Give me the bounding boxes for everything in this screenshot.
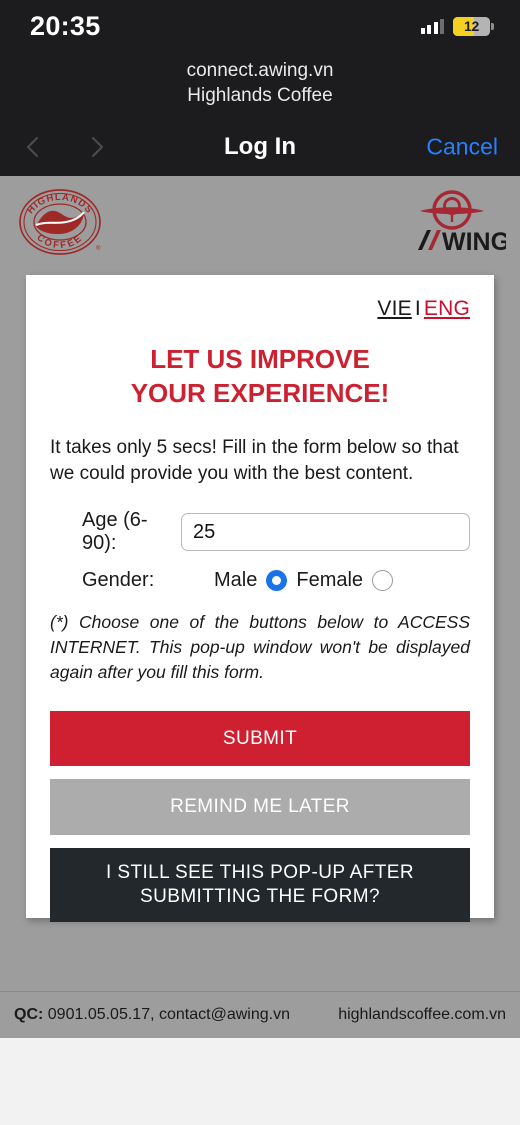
remind-me-later-button[interactable]: REMIND ME LATER (50, 779, 470, 836)
battery-low-power-icon: 12 (453, 16, 494, 36)
url-host: connect.awing.vn (186, 60, 334, 81)
female-label[interactable]: Female (296, 569, 363, 592)
phone-screen: 20:35 12 connect.awing.vn Highlands Coff… (0, 0, 520, 1125)
card-headline: LET US IMPROVE YOUR EXPERIENCE! (50, 343, 470, 411)
cellular-signal-icon (420, 18, 444, 34)
submit-button[interactable]: SUBMIT (50, 710, 470, 767)
chevron-right-icon[interactable] (84, 134, 110, 160)
footer-qc-contact: 0901.05.05.17, contact@awing.vn (43, 1006, 290, 1023)
url-subtitle: Highlands Coffee (187, 85, 333, 107)
battery-level-label: 12 (464, 18, 479, 34)
radio-female[interactable] (372, 570, 394, 592)
gender-label: Gender: (82, 569, 155, 592)
footer-qc-label: QC: (14, 1006, 44, 1023)
gender-options: Male Female (214, 569, 394, 592)
page-footer: QC: 0901.05.05.17, contact@awing.vn high… (0, 991, 520, 1038)
language-separator: I (414, 297, 421, 320)
footer-website[interactable]: highlandscoffee.com.vn (338, 1006, 506, 1024)
chevron-left-icon[interactable] (20, 134, 46, 160)
svg-text:COFFEE: COFFEE (35, 232, 86, 251)
cancel-button[interactable]: Cancel (426, 134, 498, 161)
page-title: Log In (224, 133, 296, 160)
ios-browser-chrome: 20:35 12 connect.awing.vn Highlands Coff… (0, 0, 520, 176)
bottom-safe-area (0, 1038, 520, 1125)
signup-card: VIE I ENG LET US IMPROVE YOUR EXPERIENCE! … (26, 275, 494, 922)
brand-bar: HIGHLANDS COFFEE ® WING (0, 176, 520, 275)
status-bar-time: 20:35 (30, 10, 101, 41)
still-see-popup-button[interactable]: I STILL SEE THIS POP-UP AFTER SUBMITTING… (50, 848, 470, 922)
portal-page: HIGHLANDS COFFEE ® WING VIE I ENG LET US… (0, 176, 520, 1038)
popup-button-line-2: SUBMITTING THE FORM? (140, 885, 380, 907)
navigation-bar: Log In Cancel (0, 118, 520, 176)
svg-text:®: ® (96, 245, 101, 252)
age-row: Age (6-90): (50, 509, 470, 555)
age-input[interactable] (181, 513, 470, 552)
gender-row: Gender: Male Female (50, 569, 470, 592)
intro-text: It takes only 5 secs! Fill in the form b… (50, 436, 459, 484)
footer-contact: QC: 0901.05.05.17, contact@awing.vn (14, 1006, 290, 1024)
language-option-eng[interactable]: ENG (424, 297, 470, 320)
headline-line-1: LET US IMPROVE (150, 344, 370, 374)
male-label[interactable]: Male (214, 569, 257, 592)
access-note: (*) Choose one of the buttons below to A… (50, 612, 470, 682)
status-bar-indicators: 12 (420, 16, 494, 36)
headline-line-2: YOUR EXPERIENCE! (130, 377, 390, 408)
url-block: connect.awing.vn Highlands Coffee (0, 58, 520, 108)
language-switcher: VIE I ENG (50, 297, 470, 321)
awing-wordmark: WING (442, 228, 506, 256)
language-option-vie[interactable]: VIE (377, 297, 411, 320)
age-label: Age (6-90): (82, 509, 148, 555)
radio-male[interactable] (266, 570, 288, 592)
status-bar: 20:35 12 (0, 0, 520, 52)
popup-button-line-1: I STILL SEE THIS POP-UP AFTER (106, 862, 414, 884)
highlands-coffee-logo: HIGHLANDS COFFEE ® (16, 184, 104, 260)
awing-logo: WING (398, 184, 506, 260)
